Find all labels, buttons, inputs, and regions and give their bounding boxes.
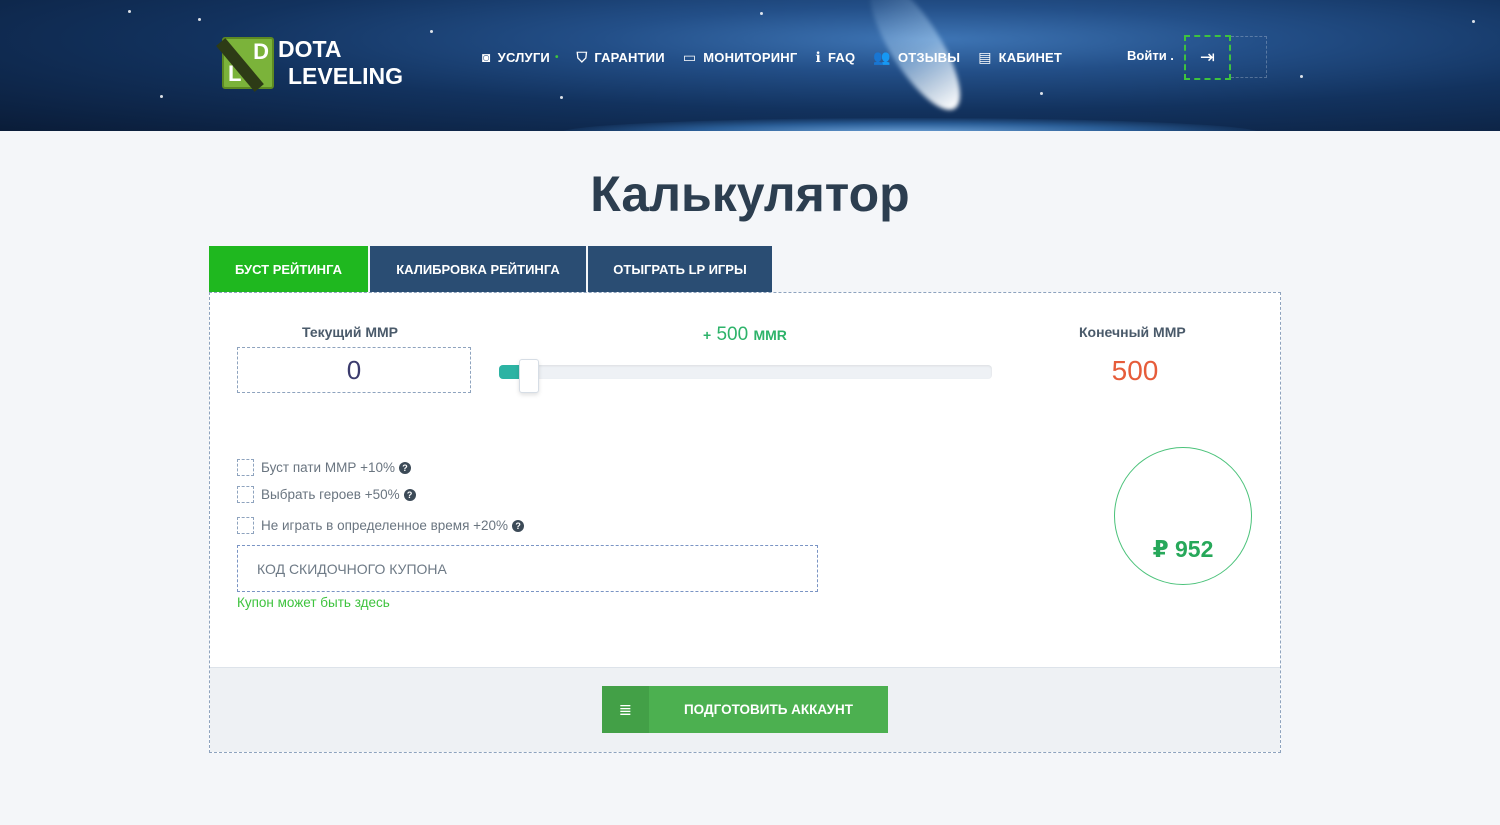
- nav-item-monitoring[interactable]: ▭ МОНИТОРИНГ: [683, 49, 798, 66]
- star-decoration: [128, 10, 131, 13]
- planet-horizon-decoration: [560, 118, 1260, 131]
- slider-handle[interactable]: [518, 359, 539, 393]
- star-decoration: [1040, 92, 1043, 95]
- login-button[interactable]: ⇥: [1184, 35, 1231, 80]
- main-nav: ◙ УСЛУГИ • ⛉ ГАРАНТИИ ▭ МОНИТОРИНГ ℹ FAQ…: [482, 46, 1080, 68]
- tab-rating-calibration[interactable]: КАЛИБРОВКА РЕЙТИНГА: [370, 246, 586, 292]
- checkbox[interactable]: [237, 486, 254, 503]
- help-icon[interactable]: ?: [512, 519, 525, 532]
- option-schedule[interactable]: Не играть в определенное время +20% ?: [237, 517, 525, 534]
- price-display: ₽ 952: [1114, 447, 1252, 585]
- page-title: Калькулятор: [590, 166, 910, 222]
- checkbox[interactable]: [237, 459, 254, 476]
- option-party-boost[interactable]: Буст пати ММР +10% ?: [237, 459, 411, 476]
- nav-item-services[interactable]: ◙ УСЛУГИ •: [482, 49, 559, 65]
- nav-item-guarantees[interactable]: ⛉ ГАРАНТИИ: [577, 49, 665, 66]
- mmr-delta: + 500 ММR: [703, 324, 787, 345]
- price-value: ₽ 952: [1152, 536, 1214, 562]
- coupon-input[interactable]: КОД СКИДОЧНОГО КУПОНА: [237, 545, 818, 592]
- users-icon: 👥: [873, 48, 891, 65]
- shield-icon: ⛉: [576, 48, 588, 65]
- star-decoration: [160, 95, 163, 98]
- dropdown-dot-icon: •: [554, 51, 559, 63]
- tab-rating-boost[interactable]: БУСТ РЕЙТИНГА: [209, 246, 368, 292]
- nav-item-reviews[interactable]: 👥 ОТЗЫВЫ: [873, 49, 960, 66]
- sign-in-icon: ⇥: [1199, 47, 1216, 67]
- star-decoration: [198, 18, 201, 21]
- current-mmr-input[interactable]: 0: [237, 347, 471, 393]
- list-icon: ≣: [602, 686, 649, 733]
- login-link[interactable]: Войти .: [1127, 48, 1174, 63]
- id-card-icon: ▤: [978, 48, 992, 65]
- checkbox[interactable]: [237, 517, 254, 534]
- monitor-icon: ▭: [682, 48, 697, 65]
- logo-text: DOTA LEVELING: [278, 36, 404, 89]
- site-header: D L DOTA LEVELING ◙ УСЛУГИ • ⛉ ГАРАНТИИ …: [0, 0, 1500, 131]
- current-mmr-label: Текущий ММР: [302, 324, 399, 340]
- final-mmr-value: 500: [1111, 355, 1159, 386]
- final-mmr-label: Конечный ММР: [1079, 324, 1186, 340]
- nav-item-cabinet[interactable]: ▤ КАБИНЕТ: [978, 49, 1062, 66]
- prepare-account-button[interactable]: ≣ ПОДГОТОВИТЬ АККАУНТ: [602, 686, 888, 733]
- panel-footer: ≣ ПОДГОТОВИТЬ АККАУНТ: [210, 667, 1280, 752]
- calculator-tabs: БУСТ РЕЙТИНГА КАЛИБРОВКА РЕЙТИНГА ОТЫГРА…: [209, 246, 774, 292]
- calculator-panel: Текущий ММР 0 + 500 ММR Конечный ММР 500…: [209, 292, 1281, 753]
- login-frame-decoration: [1231, 36, 1267, 78]
- site-logo[interactable]: D L DOTA LEVELING: [216, 36, 404, 92]
- logo-icon: D L: [216, 37, 274, 92]
- eye-icon: ◙: [482, 49, 491, 65]
- star-decoration: [430, 30, 433, 33]
- help-icon[interactable]: ?: [399, 461, 411, 474]
- star-decoration: [560, 96, 563, 99]
- help-icon[interactable]: ?: [403, 488, 416, 501]
- nav-item-faq[interactable]: ℹ FAQ: [815, 49, 855, 66]
- option-choose-heroes[interactable]: Выбрать героев +50% ?: [237, 486, 416, 503]
- star-decoration: [1472, 20, 1475, 23]
- star-decoration: [1300, 75, 1303, 78]
- star-decoration: [760, 12, 763, 15]
- coupon-hint: Купон может быть здесь: [237, 595, 390, 610]
- info-icon: ℹ: [815, 48, 821, 65]
- mmr-slider[interactable]: [499, 359, 992, 393]
- tab-lp-games[interactable]: ОТЫГРАТЬ LP ИГРЫ: [588, 246, 772, 292]
